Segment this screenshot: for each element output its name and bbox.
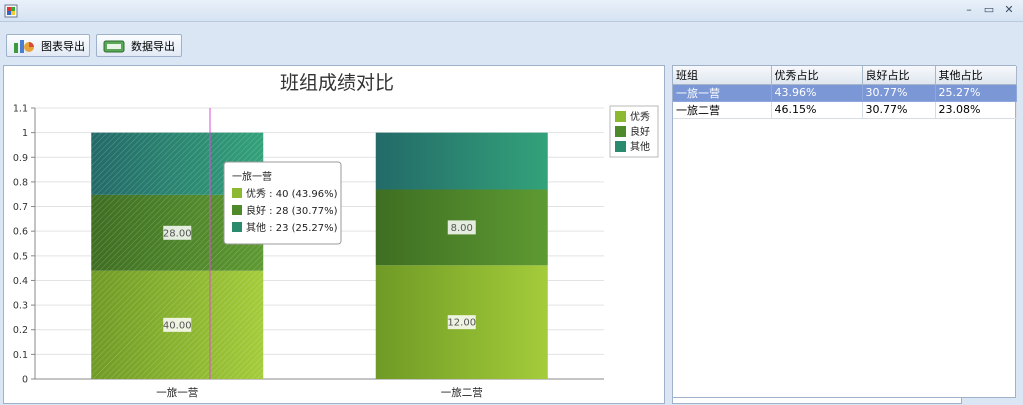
tooltip-swatch-0 [232,188,242,198]
chart-export-icon [14,39,34,53]
y-tick-label: 0 [22,375,28,386]
grid-cell[interactable]: 一旅二营 [673,101,772,119]
grid-col-header[interactable]: 良好占比 [861,66,936,85]
tooltip-item-0: 优秀 : 40 (43.96%) [246,187,338,200]
minimize-icon[interactable]: – [961,3,977,17]
tooltip-swatch-1 [232,205,242,215]
grid-cell[interactable]: 46.15% [771,101,863,119]
grid-cell[interactable]: 一旅一营 [673,84,772,102]
chart-panel: 班组成绩对比 0 0.1 0.2 0.3 0.4 0.5 0.6 0.7 0.8 0.9 1 1.1 … [3,65,665,404]
y-tick-label: 0.1 [13,350,28,361]
chart-legend: 优秀 良好 其他 [609,105,659,158]
tooltip-swatch-2 [232,222,242,232]
x-axis-labels: 一旅一营 一旅二营 [156,386,483,399]
grid-col-header[interactable]: 优秀占比 [770,66,863,85]
y-tick-label: 1 [22,128,28,139]
data-label: 12.00 [447,318,476,329]
y-tick-label: 0.7 [13,202,28,213]
grid-col-header[interactable]: 其他占比 [934,66,1017,85]
y-tick-label: 1.1 [13,104,28,115]
y-tick-label: 0.4 [13,276,28,287]
grid-header-row: 班组 优秀占比 良好占比 其他占比 [673,66,1017,85]
grid-cell[interactable]: 25.27% [935,84,1017,102]
legend-swatch-1 [615,126,626,137]
export-chart-button[interactable]: 图表导出 [6,34,90,57]
data-label: 40.00 [163,320,192,331]
maximize-icon[interactable]: ▭ [981,3,997,17]
tooltip-item-1: 良好 : 28 (30.77%) [246,204,338,217]
grid-cell[interactable]: 23.08% [935,101,1017,119]
close-icon[interactable]: ✕ [1001,3,1017,17]
y-tick-label: 0.6 [13,227,28,238]
grid-col-header[interactable]: 班组 [673,66,772,85]
grid-cell[interactable]: 43.96% [771,84,863,102]
tooltip-item-2: 其他 : 23 (25.27%) [246,221,338,234]
data-export-icon [103,40,125,52]
data-grid[interactable]: 班组 优秀占比 良好占比 其他占比 一旅一营 43.96% 30.77% 25.… [672,65,1017,398]
y-tick-label: 0.3 [13,301,28,312]
grid-cell[interactable]: 30.77% [862,101,936,119]
title-bar: – ▭ ✕ [0,0,1023,22]
y-tick-label: 0.9 [13,153,28,164]
legend-label-1: 良好 [630,125,650,138]
grid-row[interactable]: 一旅一营 43.96% 30.77% 25.27% [673,84,1017,102]
toolbar: 图表导出 数据导出 [0,22,1023,62]
x-tick-label: 一旅二营 [441,386,483,399]
tooltip-title: 一旅一营 [232,170,272,183]
export-chart-label: 图表导出 [41,39,85,53]
data-label: 8.00 [451,223,473,234]
legend-swatch-2 [615,141,626,152]
export-data-button[interactable]: 数据导出 [96,34,182,57]
grid-cell[interactable]: 30.77% [862,84,936,102]
export-data-label: 数据导出 [131,39,175,53]
y-tick-label: 0.5 [13,251,28,262]
x-tick-label: 一旅一营 [156,386,198,399]
chart-title: 班组成绩对比 [280,72,394,94]
grid-row[interactable]: 一旅二营 46.15% 30.77% 23.08% [673,101,1017,119]
legend-swatch-0 [615,111,626,122]
y-tick-label: 0.8 [13,177,28,188]
app-icon [4,4,18,18]
data-label: 28.00 [163,228,192,239]
bar-segment [375,132,548,190]
y-tick-label: 0.2 [13,325,28,336]
stacked-bar-chart[interactable]: 班组成绩对比 00.10.20.30.40.50.60.70.80.911.1 … [4,66,664,403]
legend-label-0: 优秀 [630,110,650,123]
chart-tooltip: 一旅一营 优秀 : 40 (43.96%) 良好 : 28 (30.77%) 其… [223,161,342,245]
legend-label-2: 其他 [630,140,650,153]
horizontal-scrollbar[interactable] [672,398,962,404]
